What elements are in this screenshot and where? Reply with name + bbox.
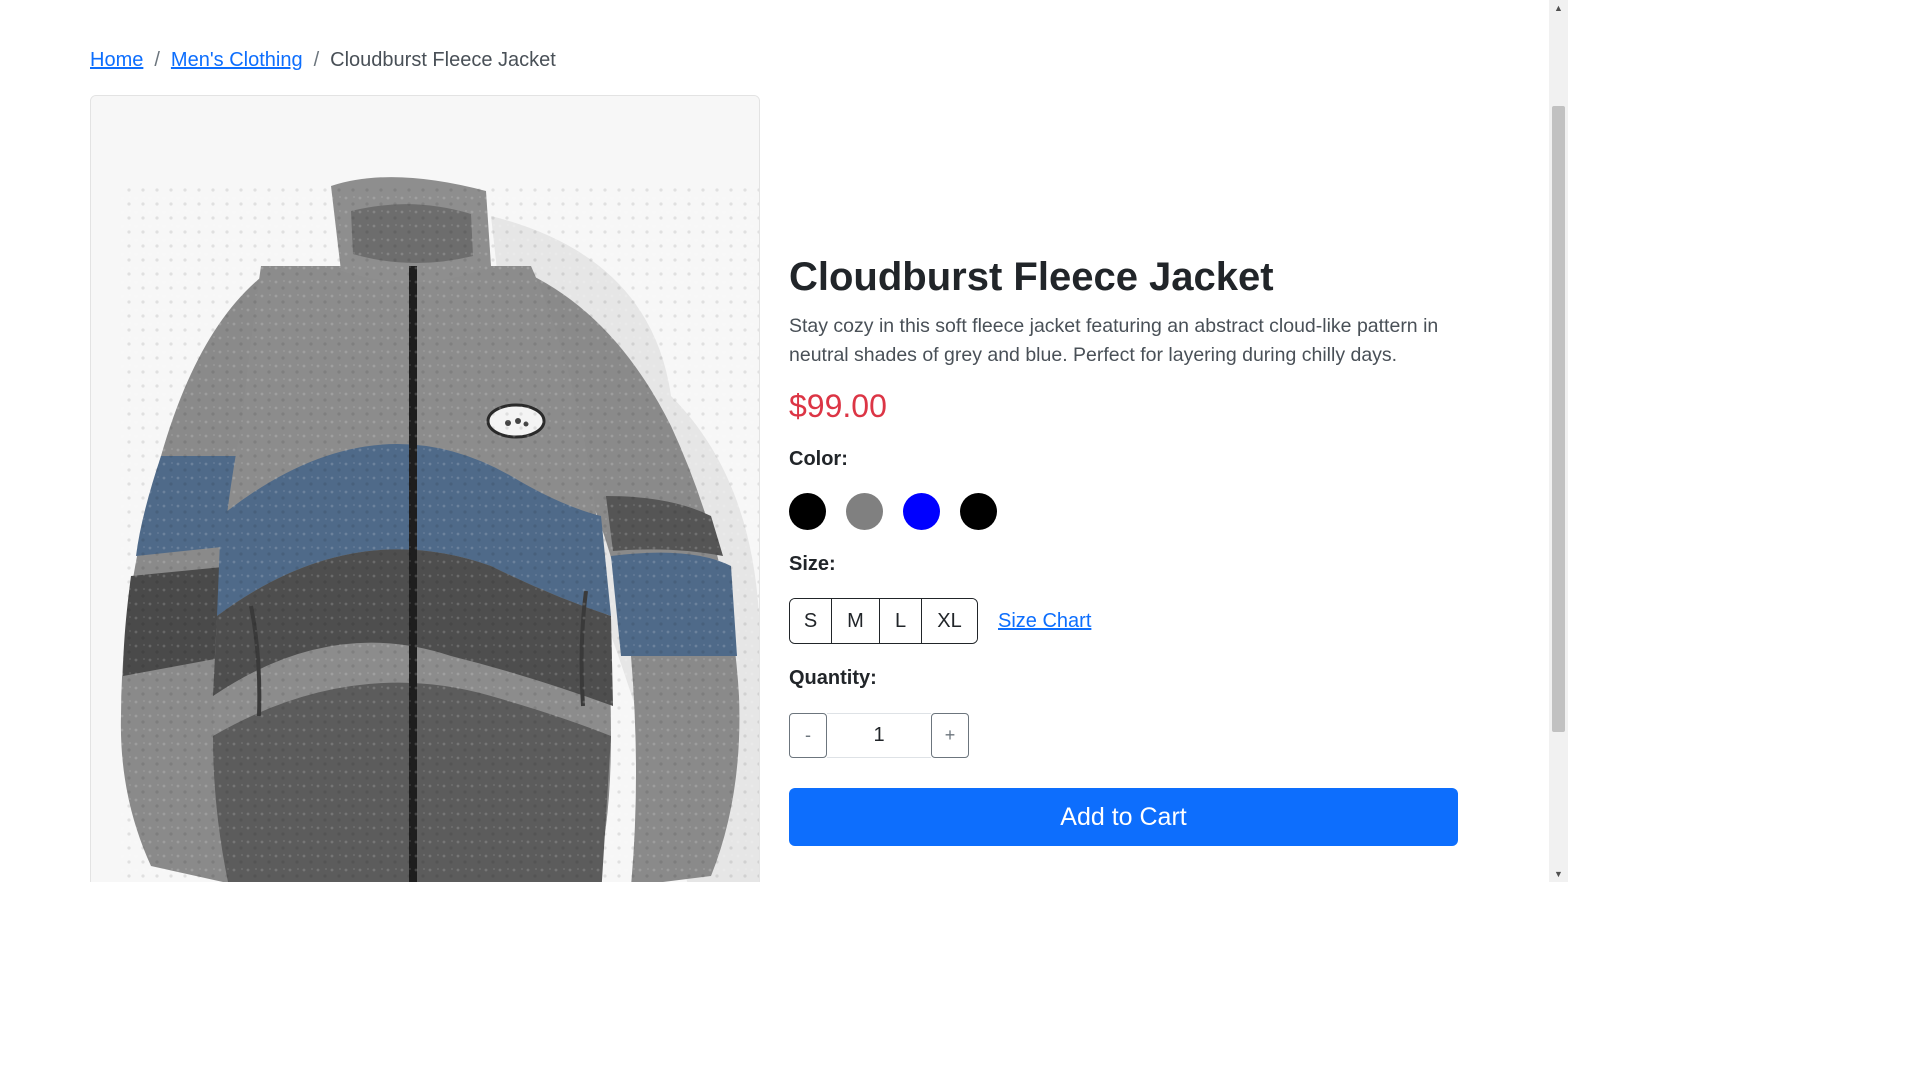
product-title: Cloudburst Fleece Jacket [789, 255, 1274, 299]
color-swatch-black-2[interactable] [960, 493, 997, 530]
product-image [90, 95, 760, 882]
size-button-xl[interactable]: XL [922, 599, 977, 643]
size-selector: S M L XL Size Chart [789, 598, 1091, 644]
product-description: Stay cozy in this soft fleece jacket fea… [789, 315, 1439, 366]
quantity-label: Quantity: [789, 667, 877, 689]
color-swatch-blue[interactable] [903, 493, 940, 530]
breadcrumb-current: Cloudburst Fleece Jacket [330, 49, 556, 71]
breadcrumb-home-link[interactable]: Home [90, 46, 143, 74]
color-swatches [789, 493, 997, 530]
quantity-stepper: - + [789, 713, 969, 758]
increment-button[interactable]: + [931, 713, 969, 758]
decrement-button[interactable]: - [789, 713, 827, 758]
color-label: Color: [789, 448, 848, 470]
jacket-image [91, 96, 759, 882]
size-label: Size: [789, 553, 836, 575]
product-price: $99.00 [789, 388, 887, 424]
vertical-scrollbar[interactable]: ▲ ▼ [1549, 0, 1568, 882]
breadcrumb-separator: / [313, 49, 320, 71]
breadcrumb: Home / Men's Clothing / Cloudburst Fleec… [90, 46, 556, 74]
color-swatch-grey[interactable] [846, 493, 883, 530]
color-swatch-black[interactable] [789, 493, 826, 530]
breadcrumb-separator: / [154, 49, 160, 71]
add-to-cart-button[interactable]: Add to Cart [789, 788, 1458, 846]
size-button-m[interactable]: M [832, 599, 880, 643]
size-button-l[interactable]: L [880, 599, 922, 643]
size-chart-link[interactable]: Size Chart [998, 610, 1091, 633]
breadcrumb-category-link[interactable]: Men's Clothing [171, 46, 303, 74]
quantity-input[interactable] [827, 713, 931, 758]
size-button-group: S M L XL [789, 598, 978, 644]
scroll-up-icon[interactable]: ▲ [1549, 0, 1568, 16]
scroll-down-icon[interactable]: ▼ [1549, 866, 1568, 882]
scrollbar-thumb[interactable] [1552, 106, 1565, 732]
size-button-s[interactable]: S [790, 599, 832, 643]
product-page: Home / Men's Clothing / Cloudburst Fleec… [0, 0, 1568, 882]
